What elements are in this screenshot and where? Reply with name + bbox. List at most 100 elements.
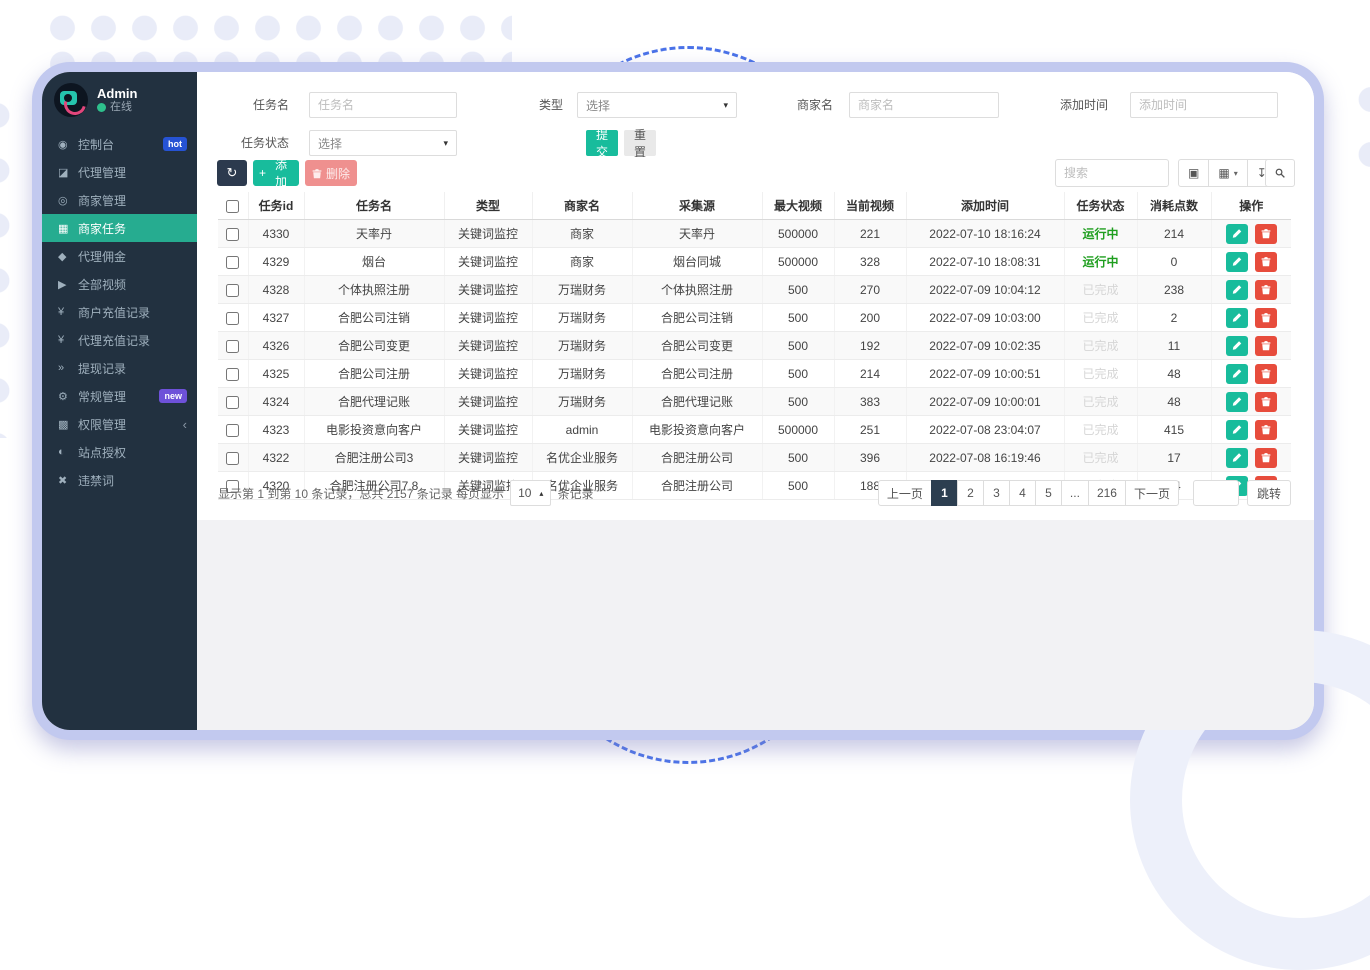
- bulk-delete-button[interactable]: 删除: [305, 160, 357, 186]
- cell-points: 238: [1137, 276, 1211, 304]
- task-status-select[interactable]: 选择 ▾: [309, 130, 457, 156]
- add-button[interactable]: +添加: [253, 160, 299, 186]
- sidebar-item-console[interactable]: ◉ 控制台 hot: [42, 130, 197, 158]
- cell-source: 电影投资意向客户: [632, 416, 762, 444]
- edit-button[interactable]: [1226, 336, 1248, 356]
- row-checkbox[interactable]: [226, 396, 239, 409]
- pencil-icon: [1232, 396, 1242, 407]
- sidebar-item-merchant-recharge[interactable]: ¥ 商户充值记录: [42, 298, 197, 326]
- search-button[interactable]: [1265, 159, 1295, 187]
- user-panel[interactable]: Admin 在线: [42, 72, 197, 128]
- jump-page-input[interactable]: [1193, 480, 1239, 506]
- page-button-next[interactable]: 下一页: [1125, 480, 1179, 506]
- hot-badge: hot: [163, 137, 187, 151]
- table-row[interactable]: 4328 个体执照注册 关键词监控 万瑞财务 个体执照注册 500 270 20…: [218, 276, 1291, 304]
- page-button-p2[interactable]: 2: [957, 480, 984, 506]
- table-search-input[interactable]: [1055, 159, 1169, 187]
- delete-button[interactable]: [1255, 280, 1277, 300]
- cell-type: 关键词监控: [444, 248, 532, 276]
- table-row[interactable]: 4322 合肥注册公司3 关键词监控 名优企业服务 合肥注册公司 500 396…: [218, 444, 1291, 472]
- sidebar-item-site-auth[interactable]: ◐ 站点授权: [42, 438, 197, 466]
- refresh-button[interactable]: ↻: [217, 160, 247, 186]
- delete-button[interactable]: [1255, 448, 1277, 468]
- submit-button[interactable]: 提交: [586, 130, 618, 156]
- sidebar-item-merchant-manage[interactable]: ◎ 商家管理: [42, 186, 197, 214]
- row-checkbox[interactable]: [226, 256, 239, 269]
- delete-button[interactable]: [1255, 420, 1277, 440]
- sidebar-item-banned-words[interactable]: ✖ 违禁词: [42, 466, 197, 494]
- row-checkbox[interactable]: [226, 228, 239, 241]
- edit-button[interactable]: [1226, 420, 1248, 440]
- delete-button[interactable]: [1255, 336, 1277, 356]
- cell-type: 关键词监控: [444, 416, 532, 444]
- task-name-input[interactable]: [309, 92, 457, 118]
- page-button-prev[interactable]: 上一页: [878, 480, 932, 506]
- page-button-p3[interactable]: 3: [983, 480, 1010, 506]
- edit-button[interactable]: [1226, 308, 1248, 328]
- sidebar-item-general-manage[interactable]: ⚙ 常规管理 new: [42, 382, 197, 410]
- edit-button[interactable]: [1226, 252, 1248, 272]
- row-checkbox[interactable]: [226, 424, 239, 437]
- table-row[interactable]: 4326 合肥公司变更 关键词监控 万瑞财务 合肥公司变更 500 192 20…: [218, 332, 1291, 360]
- col-actions: 操作: [1211, 192, 1291, 220]
- cell-points: 214: [1137, 220, 1211, 248]
- edit-button[interactable]: [1226, 280, 1248, 300]
- reset-button[interactable]: 重置: [624, 130, 656, 156]
- type-select[interactable]: 选择 ▾: [577, 92, 737, 118]
- table-row[interactable]: 4323 电影投资意向客户 关键词监控 admin 电影投资意向客户 50000…: [218, 416, 1291, 444]
- table-row[interactable]: 4329 烟台 关键词监控 商家 烟台同城 500000 328 2022-07…: [218, 248, 1291, 276]
- merchant-input[interactable]: [849, 92, 999, 118]
- toggle-view-button[interactable]: ▣: [1178, 159, 1209, 187]
- cell-task-name: 电影投资意向客户: [304, 416, 444, 444]
- cell-task-id: 4325: [248, 360, 304, 388]
- page-button-p5[interactable]: 5: [1035, 480, 1062, 506]
- sidebar-item-agent-commission[interactable]: ◆ 代理佣金: [42, 242, 197, 270]
- page-button-p1[interactable]: 1: [931, 480, 958, 506]
- edit-button[interactable]: [1226, 224, 1248, 244]
- cell-current-videos: 214: [834, 360, 906, 388]
- sidebar-item-withdraw-records[interactable]: » 提现记录: [42, 354, 197, 382]
- edit-button[interactable]: [1226, 364, 1248, 384]
- jump-button[interactable]: 跳转: [1247, 480, 1291, 506]
- delete-button[interactable]: [1255, 252, 1277, 272]
- cell-task-id: 4330: [248, 220, 304, 248]
- cell-status: 运行中: [1064, 248, 1137, 276]
- col-add-time: 添加时间: [906, 192, 1064, 220]
- online-dot-icon: [97, 103, 106, 112]
- trash-icon: [1261, 312, 1271, 323]
- edit-button[interactable]: [1226, 448, 1248, 468]
- dots-decoration-right: [1356, 72, 1370, 187]
- select-all-checkbox[interactable]: [226, 200, 239, 213]
- sidebar-item-all-videos[interactable]: ▶ 全部视频: [42, 270, 197, 298]
- page-button-p4[interactable]: 4: [1009, 480, 1036, 506]
- page-button-p216[interactable]: 216: [1088, 480, 1126, 506]
- cell-task-name: 个体执照注册: [304, 276, 444, 304]
- row-checkbox[interactable]: [226, 284, 239, 297]
- row-checkbox[interactable]: [226, 452, 239, 465]
- sidebar-item-merchant-task[interactable]: ▦ 商家任务: [42, 214, 197, 242]
- delete-button[interactable]: [1255, 308, 1277, 328]
- delete-button[interactable]: [1255, 224, 1277, 244]
- sidebar-item-agent-recharge[interactable]: ¥ 代理充值记录: [42, 326, 197, 354]
- table-row[interactable]: 4327 合肥公司注销 关键词监控 万瑞财务 合肥公司注销 500 200 20…: [218, 304, 1291, 332]
- cell-current-videos: 251: [834, 416, 906, 444]
- row-checkbox[interactable]: [226, 340, 239, 353]
- cell-type: 关键词监控: [444, 276, 532, 304]
- row-checkbox[interactable]: [226, 368, 239, 381]
- cell-max-videos: 500000: [762, 220, 834, 248]
- edit-button[interactable]: [1226, 392, 1248, 412]
- cell-task-name: 合肥公司变更: [304, 332, 444, 360]
- sidebar-item-agent-manage[interactable]: ◪ 代理管理: [42, 158, 197, 186]
- page-button-ellipsis[interactable]: ...: [1061, 480, 1089, 506]
- table-row[interactable]: 4324 合肥代理记账 关键词监控 万瑞财务 合肥代理记账 500 383 20…: [218, 388, 1291, 416]
- add-time-input[interactable]: [1130, 92, 1278, 118]
- cell-task-name: 天率丹: [304, 220, 444, 248]
- table-row[interactable]: 4330 天率丹 关键词监控 商家 天率丹 500000 221 2022-07…: [218, 220, 1291, 248]
- table-row[interactable]: 4325 合肥公司注册 关键词监控 万瑞财务 合肥公司注册 500 214 20…: [218, 360, 1291, 388]
- row-checkbox[interactable]: [226, 312, 239, 325]
- delete-button[interactable]: [1255, 392, 1277, 412]
- page-size-select[interactable]: 10 ▴: [510, 480, 551, 506]
- sidebar-item-permission-manage[interactable]: ▩ 权限管理 ‹: [42, 410, 197, 438]
- columns-button[interactable]: ▦▾: [1208, 159, 1247, 187]
- delete-button[interactable]: [1255, 364, 1277, 384]
